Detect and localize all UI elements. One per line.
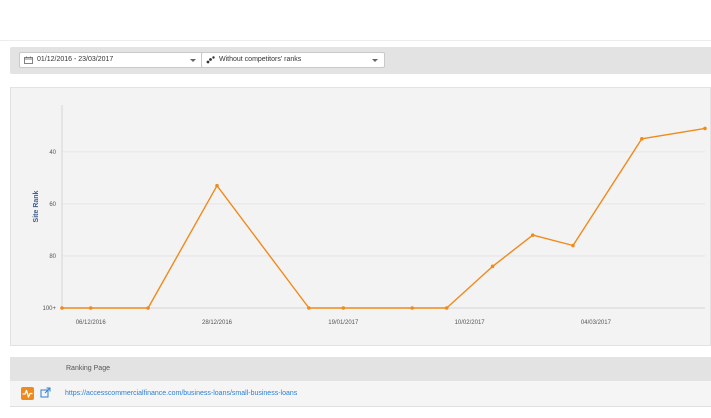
filter-toolbar: 01/12/2016 - 23/03/2017 Without competit… <box>10 47 711 74</box>
x-tick-label: 28/12/2016 <box>202 320 233 326</box>
y-tick-label: 80 <box>49 254 56 260</box>
external-link-icon[interactable] <box>40 387 51 398</box>
table-row: https://accesscommercialfinance.com/busi… <box>10 381 711 407</box>
header-divider <box>0 40 711 41</box>
data-point <box>444 306 449 310</box>
ranking-page-table: Ranking Page https://accesscommercialfin… <box>10 357 711 408</box>
competitors-mode-label: Without competitors' ranks <box>219 56 302 63</box>
column-header-ranking-page: Ranking Page <box>66 365 110 372</box>
data-point <box>571 243 575 248</box>
data-point <box>640 137 644 141</box>
calendar-icon <box>24 56 33 64</box>
data-point <box>410 306 415 310</box>
data-point <box>341 306 346 310</box>
rank-chart: 40 60 80 100+ 06/12/2016 28/12/2016 19/01/2017… <box>10 87 711 346</box>
x-tick-label: 04/03/2017 <box>581 320 612 326</box>
data-point <box>490 264 495 269</box>
date-range-label: 01/12/2016 - 23/03/2017 <box>37 56 114 63</box>
date-range-select[interactable]: 01/12/2016 - 23/03/2017 <box>19 52 203 68</box>
y-tick-label: 60 <box>49 202 56 208</box>
data-point <box>307 306 311 310</box>
ranking-page-link[interactable]: https://accesscommercialfinance.com/busi… <box>65 390 297 397</box>
y-axis-label: Site Rank <box>33 190 40 222</box>
x-tick-label: 19/01/2017 <box>328 320 359 326</box>
data-point <box>215 183 219 188</box>
y-tick-label: 40 <box>49 150 56 156</box>
data-point <box>60 306 64 310</box>
rank-chart-svg: 40 60 80 100+ 06/12/2016 28/12/2016 19/01/2017… <box>33 105 707 326</box>
data-point <box>703 126 707 131</box>
data-point <box>88 306 93 310</box>
series-line <box>62 127 706 309</box>
y-tick-label: 100+ <box>42 306 56 312</box>
scatter-icon <box>206 56 215 64</box>
data-point <box>530 233 535 237</box>
pulse-icon <box>21 387 34 400</box>
x-tick-label: 10/02/2017 <box>455 320 486 326</box>
x-tick-label: 06/12/2016 <box>76 320 107 326</box>
chevron-down-icon <box>372 59 378 62</box>
table-header: Ranking Page <box>10 357 711 381</box>
chevron-down-icon <box>190 59 196 62</box>
competitors-select[interactable]: Without competitors' ranks <box>201 52 385 68</box>
data-point <box>146 306 150 310</box>
